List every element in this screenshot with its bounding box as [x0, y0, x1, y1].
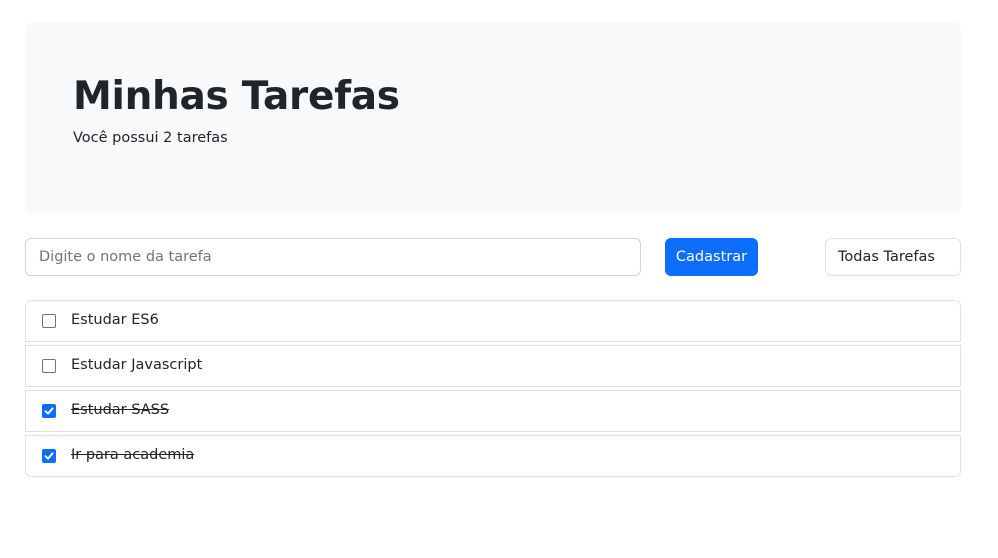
checkmark-icon	[44, 407, 54, 415]
task-checkbox[interactable]	[42, 314, 56, 328]
checkmark-icon	[44, 452, 54, 460]
task-item[interactable]: Ir para academia	[25, 435, 961, 477]
task-label: Estudar SASS	[71, 402, 170, 418]
filter-selected-value: Todas Tarefas	[838, 249, 935, 265]
task-checkbox-checked[interactable]	[42, 449, 56, 463]
header-panel: Minhas Tarefas Você possui 2 tarefas	[25, 22, 961, 213]
task-label: Estudar Javascript	[71, 357, 203, 373]
add-task-button[interactable]: Cadastrar	[665, 238, 758, 276]
task-filter-select[interactable]: Todas Tarefas	[825, 238, 961, 276]
task-label: Ir para academia	[71, 447, 195, 463]
task-item[interactable]: Estudar Javascript	[25, 345, 961, 387]
task-item[interactable]: Estudar SASS	[25, 390, 961, 432]
task-label: Estudar ES6	[71, 312, 159, 328]
task-name-input[interactable]	[25, 238, 641, 276]
task-count-text: Você possui 2 tarefas	[73, 130, 228, 146]
task-checkbox-checked[interactable]	[42, 404, 56, 418]
page-title: Minhas Tarefas	[73, 74, 400, 119]
task-item[interactable]: Estudar ES6	[25, 300, 961, 342]
add-task-button-label: Cadastrar	[675, 249, 748, 265]
task-checkbox[interactable]	[42, 359, 56, 373]
